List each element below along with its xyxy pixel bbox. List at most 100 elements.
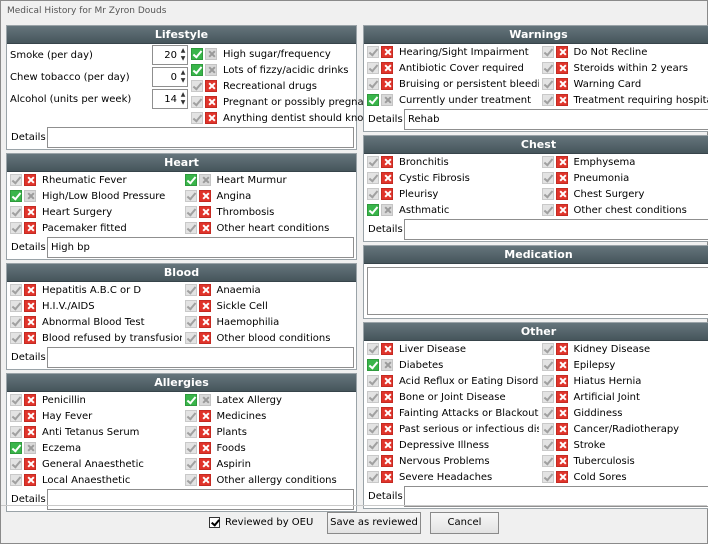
checklist-item[interactable]: Epilepsy <box>539 357 708 373</box>
yes-check-icon[interactable] <box>541 471 554 483</box>
yes-check-icon[interactable] <box>184 442 197 454</box>
yes-check-icon[interactable] <box>184 300 197 312</box>
yes-check-icon[interactable] <box>367 172 379 184</box>
checklist-item[interactable]: Currently under treatment <box>364 92 539 108</box>
no-cross-icon[interactable] <box>555 439 568 451</box>
checklist-item[interactable]: Thrombosis <box>182 204 357 220</box>
yes-check-icon[interactable] <box>367 156 379 168</box>
no-cross-icon[interactable] <box>555 391 568 403</box>
no-cross-icon[interactable] <box>24 190 36 202</box>
no-cross-icon[interactable] <box>205 80 217 92</box>
no-cross-icon[interactable] <box>24 426 36 438</box>
yes-check-icon[interactable] <box>184 174 197 186</box>
checklist-item[interactable]: Antibiotic Cover required <box>364 60 539 76</box>
checklist-item[interactable]: Steroids within 2 years <box>539 60 708 76</box>
checklist-item[interactable]: Stroke <box>539 437 708 453</box>
stepper-arrows-icon[interactable]: ▲ ▼ <box>179 91 187 107</box>
chew-tobacco-value[interactable]: 0 <box>153 72 179 83</box>
alcohol-value[interactable]: 14 <box>153 94 179 105</box>
yes-check-icon[interactable] <box>10 300 22 312</box>
no-cross-icon[interactable] <box>381 359 393 371</box>
no-cross-icon[interactable] <box>555 471 568 483</box>
no-cross-icon[interactable] <box>555 78 568 90</box>
yes-check-icon[interactable] <box>541 343 554 355</box>
checklist-item[interactable]: Lots of fizzy/acidic drinks <box>188 62 374 78</box>
yes-check-icon[interactable] <box>367 62 379 74</box>
chew-tobacco-stepper[interactable]: 0 ▲ ▼ <box>152 67 188 87</box>
checklist-item[interactable]: Plants <box>182 424 357 440</box>
checklist-item[interactable]: Liver Disease <box>364 341 539 357</box>
checklist-item[interactable]: Eczema <box>7 440 182 456</box>
no-cross-icon[interactable] <box>198 316 211 328</box>
yes-check-icon[interactable] <box>10 206 22 218</box>
checklist-item[interactable]: Diabetes <box>364 357 539 373</box>
warnings-details-input[interactable]: Rehab <box>404 108 708 130</box>
checklist-item[interactable]: Abnormal Blood Test <box>7 314 182 330</box>
blood-details-input[interactable] <box>47 346 354 368</box>
checklist-item[interactable]: Emphysema <box>539 154 708 170</box>
checklist-item[interactable]: Bruising or persistent bleeding <box>364 76 539 92</box>
yes-check-icon[interactable] <box>10 394 22 406</box>
yes-check-icon[interactable] <box>10 222 22 234</box>
checklist-item[interactable]: Angina <box>182 188 357 204</box>
yes-check-icon[interactable] <box>367 78 379 90</box>
checklist-item[interactable]: Nervous Problems <box>364 453 539 469</box>
checklist-item[interactable]: Cancer/Radiotherapy <box>539 421 708 437</box>
yes-check-icon[interactable] <box>541 359 554 371</box>
no-cross-icon[interactable] <box>555 423 568 435</box>
yes-check-icon[interactable] <box>10 426 22 438</box>
yes-check-icon[interactable] <box>367 423 379 435</box>
no-cross-icon[interactable] <box>381 439 393 451</box>
no-cross-icon[interactable] <box>24 474 36 486</box>
no-cross-icon[interactable] <box>198 174 211 186</box>
no-cross-icon[interactable] <box>381 455 393 467</box>
yes-check-icon[interactable] <box>10 474 22 486</box>
checklist-item[interactable]: Heart Murmur <box>182 172 357 188</box>
yes-check-icon[interactable] <box>10 332 22 344</box>
yes-check-icon[interactable] <box>191 96 203 108</box>
no-cross-icon[interactable] <box>24 316 36 328</box>
yes-check-icon[interactable] <box>541 156 554 168</box>
checklist-item[interactable]: Asthmatic <box>364 202 539 218</box>
checklist-item[interactable]: Giddiness <box>539 405 708 421</box>
no-cross-icon[interactable] <box>555 455 568 467</box>
yes-check-icon[interactable] <box>367 375 379 387</box>
no-cross-icon[interactable] <box>198 458 211 470</box>
lifestyle-details-input[interactable] <box>47 126 354 148</box>
checklist-item[interactable]: Pacemaker fitted <box>7 220 182 236</box>
checklist-item[interactable]: Artificial Joint <box>539 389 708 405</box>
no-cross-icon[interactable] <box>555 46 568 58</box>
yes-check-icon[interactable] <box>541 78 554 90</box>
reviewed-checkbox-row[interactable]: Reviewed by OEU <box>209 517 313 528</box>
yes-check-icon[interactable] <box>367 204 379 216</box>
no-cross-icon[interactable] <box>381 471 393 483</box>
checklist-item[interactable]: Aspirin <box>182 456 357 472</box>
checklist-item[interactable]: Blood refused by transfusion svce. <box>7 330 182 346</box>
checklist-item[interactable]: Other heart conditions <box>182 220 357 236</box>
no-cross-icon[interactable] <box>205 48 217 60</box>
no-cross-icon[interactable] <box>198 190 211 202</box>
no-cross-icon[interactable] <box>555 407 568 419</box>
yes-check-icon[interactable] <box>10 174 22 186</box>
chest-details-input[interactable] <box>404 218 708 240</box>
yes-check-icon[interactable] <box>541 94 554 106</box>
yes-check-icon[interactable] <box>10 442 22 454</box>
yes-check-icon[interactable] <box>184 316 197 328</box>
no-cross-icon[interactable] <box>555 204 568 216</box>
checklist-item[interactable]: Fainting Attacks or Blackouts <box>364 405 539 421</box>
checklist-item[interactable]: Depressive Illness <box>364 437 539 453</box>
yes-check-icon[interactable] <box>184 394 197 406</box>
checklist-item[interactable]: Latex Allergy <box>182 392 357 408</box>
checklist-item[interactable]: Bronchitis <box>364 154 539 170</box>
no-cross-icon[interactable] <box>198 394 211 406</box>
no-cross-icon[interactable] <box>205 112 217 124</box>
no-cross-icon[interactable] <box>555 94 568 106</box>
save-as-reviewed-button[interactable]: Save as reviewed <box>327 512 421 534</box>
no-cross-icon[interactable] <box>24 332 36 344</box>
no-cross-icon[interactable] <box>381 391 393 403</box>
no-cross-icon[interactable] <box>555 62 568 74</box>
yes-check-icon[interactable] <box>184 458 197 470</box>
yes-check-icon[interactable] <box>191 48 203 60</box>
yes-check-icon[interactable] <box>184 206 197 218</box>
checklist-item[interactable]: Hiatus Hernia <box>539 373 708 389</box>
